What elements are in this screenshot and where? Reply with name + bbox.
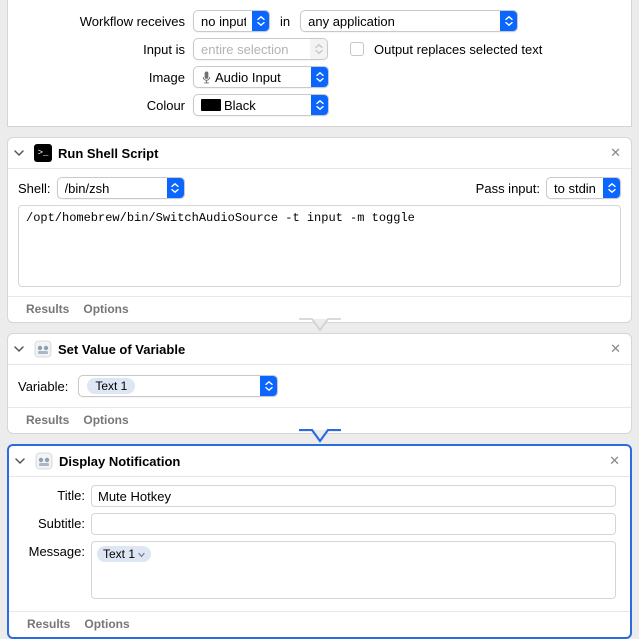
options-tab[interactable]: Options xyxy=(83,413,128,427)
shell-select[interactable]: /bin/zsh xyxy=(57,177,185,199)
action-display-notification[interactable]: Display Notification ✕ Title: Subtitle: … xyxy=(7,444,632,639)
in-label: in xyxy=(276,14,294,29)
chevron-down-icon[interactable] xyxy=(15,456,29,466)
input-is-label: Input is xyxy=(22,42,187,57)
results-tab[interactable]: Results xyxy=(27,617,70,631)
action-title: Set Value of Variable xyxy=(58,342,602,357)
workflow-receives-label: Workflow receives xyxy=(22,14,187,29)
chevron-updown-icon xyxy=(260,376,277,396)
image-select[interactable]: Audio Input xyxy=(193,66,329,88)
workflow-settings-panel: Workflow receives no input in any applic… xyxy=(7,0,632,127)
pass-input-select[interactable]: to stdin xyxy=(546,177,621,199)
colour-label: Colour xyxy=(22,98,187,113)
action-set-value-of-variable[interactable]: Set Value of Variable ✕ Variable: Text 1… xyxy=(7,333,632,434)
chevron-updown-icon xyxy=(311,67,328,87)
close-icon[interactable]: ✕ xyxy=(608,341,623,357)
close-icon[interactable]: ✕ xyxy=(608,145,623,161)
chevron-updown-icon xyxy=(603,178,620,198)
action-title: Run Shell Script xyxy=(58,146,602,161)
notif-subtitle-label: Subtitle: xyxy=(25,513,85,531)
automator-icon xyxy=(35,452,53,470)
automator-icon xyxy=(34,340,52,358)
results-tab[interactable]: Results xyxy=(26,413,69,427)
close-icon[interactable]: ✕ xyxy=(607,453,622,469)
chevron-updown-icon xyxy=(252,11,269,31)
colour-select[interactable]: Black xyxy=(193,94,329,116)
output-replaces-checkbox[interactable] xyxy=(350,42,364,56)
options-tab[interactable]: Options xyxy=(83,302,128,316)
action-title: Display Notification xyxy=(59,454,601,469)
terminal-icon: >_ xyxy=(34,144,52,162)
notif-subtitle-input[interactable] xyxy=(91,513,616,535)
pass-input-label: Pass input: xyxy=(476,181,540,196)
notif-title-label: Title: xyxy=(25,485,85,503)
chevron-down-icon[interactable] xyxy=(14,344,28,354)
chevron-down-icon xyxy=(138,547,145,561)
notif-message-input[interactable]: Text 1 xyxy=(91,541,616,599)
variable-token: Text 1 xyxy=(87,378,135,394)
chevron-updown-icon xyxy=(311,95,328,115)
variable-select[interactable]: Text 1 xyxy=(78,375,278,397)
action-run-shell-script[interactable]: >_ Run Shell Script ✕ Shell: /bin/zsh Pa… xyxy=(7,137,632,323)
results-tab[interactable]: Results xyxy=(26,302,69,316)
options-tab[interactable]: Options xyxy=(84,617,129,631)
application-select[interactable]: any application xyxy=(300,10,518,32)
variable-label: Variable: xyxy=(18,379,68,394)
chevron-updown-icon xyxy=(167,178,184,198)
output-replaces-label: Output replaces selected text xyxy=(374,42,542,57)
workflow-receives-select[interactable]: no input xyxy=(193,10,270,32)
action-header[interactable]: >_ Run Shell Script ✕ xyxy=(8,138,631,169)
image-label: Image xyxy=(22,70,187,85)
chevron-updown-icon xyxy=(310,39,327,59)
notif-message-label: Message: xyxy=(25,541,85,559)
notif-title-input[interactable] xyxy=(91,485,616,507)
chevron-down-icon[interactable] xyxy=(14,148,28,158)
colour-swatch xyxy=(201,99,221,111)
shell-script-textarea[interactable] xyxy=(18,205,621,287)
action-header[interactable]: Display Notification ✕ xyxy=(9,446,630,477)
variable-token[interactable]: Text 1 xyxy=(97,546,151,562)
microphone-icon xyxy=(201,71,212,84)
action-header[interactable]: Set Value of Variable ✕ xyxy=(8,334,631,365)
shell-label: Shell: xyxy=(18,181,51,196)
input-is-select: entire selection xyxy=(193,38,328,60)
chevron-updown-icon xyxy=(500,11,517,31)
